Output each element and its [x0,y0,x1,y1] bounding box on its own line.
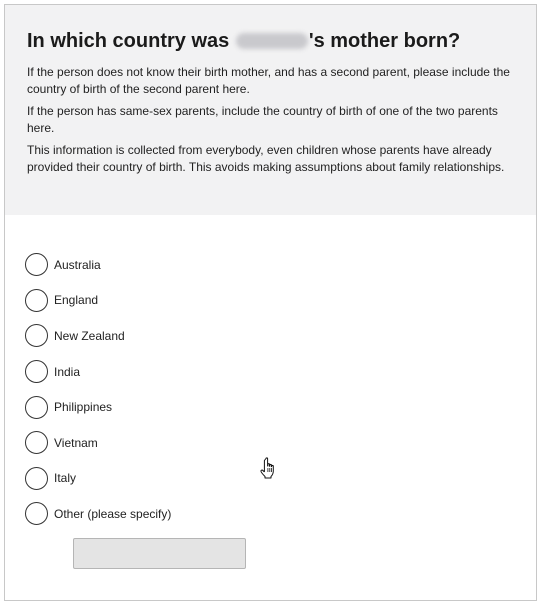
option-india[interactable]: India [25,354,536,390]
option-other[interactable]: Other (please specify) [25,496,536,532]
radio-new-zealand[interactable] [25,324,48,348]
option-england[interactable]: England [25,283,536,319]
radio-vietnam[interactable] [25,431,48,455]
hand-pointer-icon [260,457,274,479]
option-vietnam[interactable]: Vietnam [25,425,536,461]
option-australia[interactable]: Australia [25,247,536,283]
help-paragraph-second-parent: If the person does not know their birth … [27,65,510,96]
option-label-italy: Italy [54,471,77,486]
option-label-vietnam: Vietnam [54,435,98,450]
question-help-text: If the person does not know their birth … [27,64,516,176]
option-label-new-zealand: New Zealand [54,328,125,343]
radio-italy[interactable] [25,466,48,490]
radio-australia[interactable] [25,253,48,277]
radio-india[interactable] [25,360,48,384]
radio-philippines[interactable] [25,395,48,419]
option-label-philippines: Philippines [54,400,113,415]
option-label-australia: Australia [54,257,101,272]
question-title-start: In which country was [27,30,230,52]
question-title-end: 's mother born? [308,30,461,52]
option-italy[interactable]: Italy [25,461,536,497]
option-philippines[interactable]: Philippines [25,389,536,425]
option-new-zealand[interactable]: New Zealand [25,318,536,354]
radio-other[interactable] [25,502,48,526]
option-label-india: India [54,364,81,379]
country-options: Australia England New Zealand India Phil… [5,215,536,569]
redacted-person-name [235,33,308,49]
option-label-other: Other (please specify) [54,506,172,521]
option-label-england: England [54,293,99,308]
other-country-input[interactable] [73,537,246,569]
help-paragraph-same-sex-parents: If the person has same-sex parents, incl… [27,104,498,135]
radio-england[interactable] [25,288,48,312]
survey-question-card: In which country was 's mother born? If … [4,4,537,601]
question-title: In which country was 's mother born? [27,27,516,55]
help-paragraph-collection-note: This information is collected from every… [27,143,505,174]
question-header: In which country was 's mother born? If … [5,5,536,215]
